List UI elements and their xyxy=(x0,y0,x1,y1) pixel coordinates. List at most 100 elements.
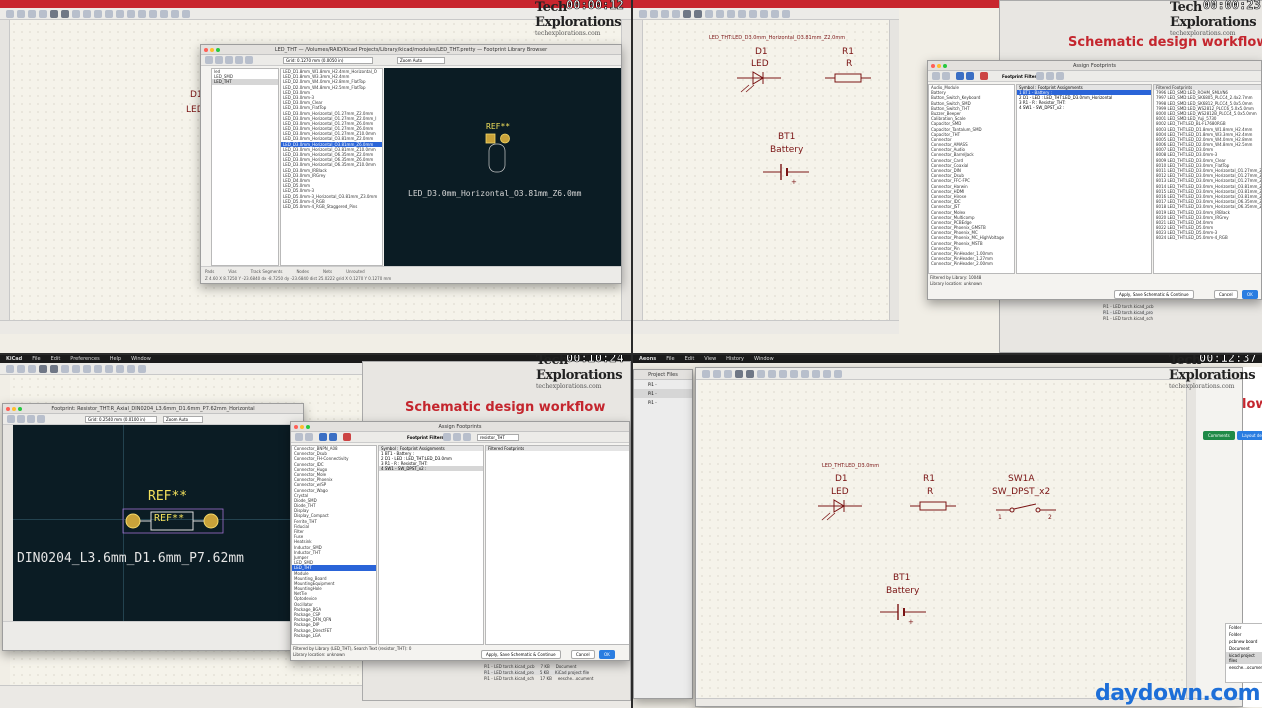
list-item[interactable]: 8013 LED_THT:LED_D3.0mm_Horizontal_O1.27… xyxy=(1154,178,1261,183)
arrow-right-icon[interactable] xyxy=(329,433,337,441)
save-icon[interactable] xyxy=(724,369,732,378)
grid-select[interactable]: Grid: 0.2540 mm (0.0100 in) xyxy=(85,416,157,423)
menu-item[interactable]: Folder xyxy=(1226,624,1262,631)
file-row[interactable]: Pi1 - LED torch.kicad_pro 5 KB KiCad proje… xyxy=(484,670,590,675)
layout-design-button[interactable]: Layout design xyxy=(1237,431,1262,440)
file-row[interactable]: Pi1 - LED torch.kicad_pcb xyxy=(1103,304,1154,309)
zoom-select[interactable]: Zoom Auto xyxy=(397,57,445,64)
new-icon[interactable] xyxy=(6,9,14,18)
annotate-icon[interactable] xyxy=(105,364,113,373)
mirror-icon[interactable] xyxy=(116,9,124,18)
filter-pins-icon[interactable] xyxy=(1046,72,1054,80)
filter-pins-icon[interactable] xyxy=(453,433,461,441)
list-item[interactable]: LED_D5.0mm-3_Horizontal_O3.81mm_Z3.0mm xyxy=(281,194,382,199)
minimize-icon[interactable] xyxy=(210,48,214,52)
menu-help[interactable]: Help xyxy=(110,356,121,362)
assignment-table[interactable]: Symbol : Footprint Assignments 1 BT1 - B… xyxy=(378,445,484,645)
filtered-footprints-list[interactable]: Filtered Footprints xyxy=(485,445,629,645)
zoom-out-icon[interactable] xyxy=(716,9,724,18)
menu-item[interactable]: Folder xyxy=(1226,631,1262,638)
zoom-out-icon[interactable] xyxy=(225,56,233,64)
file-row[interactable]: Pi1 - LED torch.kicad_pcb 7 KB Document xyxy=(484,664,576,669)
pcb-icon[interactable] xyxy=(182,9,190,18)
list-item[interactable]: 8003 LED_THT:LED_D1.8mm_W1.8mm_H2.4mm xyxy=(1154,127,1261,132)
undo-icon[interactable] xyxy=(343,433,351,441)
save-icon[interactable] xyxy=(661,9,669,18)
menu-window[interactable]: Window xyxy=(754,356,774,362)
menu-history[interactable]: History xyxy=(726,356,744,362)
erc-icon[interactable] xyxy=(760,9,768,18)
menu-item[interactable]: Document xyxy=(1226,645,1262,652)
table-row[interactable]: 4 SW1 - SW_DPST_x2 : xyxy=(1017,105,1151,110)
zoom-in-icon[interactable] xyxy=(705,9,713,18)
list-item[interactable]: Connector_PinHeader_2.00mm xyxy=(929,261,1014,266)
list-item[interactable]: LED_THT xyxy=(212,79,278,85)
library-icon[interactable] xyxy=(305,433,313,441)
menu-edit[interactable]: Edit xyxy=(51,356,61,362)
table-row[interactable]: 4 SW1 - SW_DPST_x2 : xyxy=(379,466,483,471)
zoom-fit-icon[interactable] xyxy=(83,364,91,373)
rotate-icon[interactable] xyxy=(105,9,113,18)
open-icon[interactable] xyxy=(17,9,25,18)
zoom-in-icon[interactable] xyxy=(72,9,80,18)
close-icon[interactable] xyxy=(204,48,208,52)
save-icon[interactable] xyxy=(295,433,303,441)
new-icon[interactable] xyxy=(6,364,14,373)
menu-edit[interactable]: Edit xyxy=(685,356,695,362)
3d-view-icon[interactable] xyxy=(245,56,253,64)
minimize-icon[interactable] xyxy=(12,407,16,411)
list-item[interactable]: Connector_Phoenix_MC_HighVoltage xyxy=(929,235,1014,240)
3d-view-icon[interactable] xyxy=(37,415,45,423)
tree-item[interactable]: Pi1 - xyxy=(634,389,692,398)
annotate-icon[interactable] xyxy=(801,369,809,378)
redo-icon[interactable] xyxy=(50,364,58,373)
zoom-fit-icon[interactable] xyxy=(727,9,735,18)
refresh-icon[interactable] xyxy=(205,56,213,64)
arrow-left-icon[interactable] xyxy=(956,72,964,80)
close-icon[interactable] xyxy=(294,425,298,429)
schematic-canvas[interactable] xyxy=(698,380,1186,698)
assign-footprints-icon[interactable] xyxy=(823,369,831,378)
zoom-select[interactable]: Zoom Auto xyxy=(163,416,203,423)
rotate-icon[interactable] xyxy=(738,9,746,18)
undo-icon[interactable] xyxy=(683,9,691,18)
ok-button[interactable]: OK xyxy=(599,650,615,659)
filter-library-icon[interactable] xyxy=(463,433,471,441)
redo-icon[interactable] xyxy=(61,9,69,18)
assign-footprints-icon[interactable] xyxy=(771,9,779,18)
file-row[interactable]: Pi1 - LED torch.kicad_sch 17 KB eesche...o… xyxy=(484,676,594,681)
save-icon[interactable] xyxy=(28,9,36,18)
menu-file[interactable]: File xyxy=(666,356,674,362)
new-icon[interactable] xyxy=(639,9,647,18)
apply-save-continue-button[interactable]: Apply, Save Schematic & Continue xyxy=(481,650,561,659)
menu-app[interactable]: Aeons xyxy=(639,356,656,362)
close-icon[interactable] xyxy=(6,407,10,411)
redo-icon[interactable] xyxy=(746,369,754,378)
menu-file[interactable]: File xyxy=(32,356,40,362)
grid-select[interactable]: Grid: 0.1270 mm (0.0050 in) xyxy=(283,57,373,64)
save-icon[interactable] xyxy=(932,72,940,80)
menu-preferences[interactable]: Preferences xyxy=(70,356,99,362)
list-item[interactable]: LED_D3.0mm_Horizontal_O3.81mm_Z2.0mm xyxy=(281,136,382,141)
undo-icon[interactable] xyxy=(980,72,988,80)
print-icon[interactable] xyxy=(672,9,680,18)
tree-item[interactable]: Pi1 - xyxy=(634,398,692,407)
minimize-icon[interactable] xyxy=(300,425,304,429)
zoom-fit-icon[interactable] xyxy=(27,415,35,423)
assign-footprints-icon[interactable] xyxy=(127,364,135,373)
arrow-left-icon[interactable] xyxy=(319,433,327,441)
list-item[interactable]: 7997 LED_SMD:LED_SK6805_PLCC4_2.4x2.7mm xyxy=(1154,95,1261,100)
pcb-icon[interactable] xyxy=(138,364,146,373)
apply-save-continue-button[interactable]: Apply, Save Schematic & Continue xyxy=(1114,290,1194,299)
filtered-footprints-list[interactable]: Filtered Footprints 7996 LED_SMD:LED_ROH… xyxy=(1153,84,1261,274)
menu-view[interactable]: View xyxy=(704,356,716,362)
erc-icon[interactable] xyxy=(116,364,124,373)
pcb-icon[interactable] xyxy=(782,9,790,18)
new-icon[interactable] xyxy=(702,369,710,378)
maximize-icon[interactable] xyxy=(306,425,310,429)
list-item[interactable]: 8018 LED_THT:LED_D3.0mm_Horizontal_O6.35… xyxy=(1154,204,1261,209)
library-list[interactable]: led LED_SMD LED_THT xyxy=(211,68,279,266)
zoom-in-icon[interactable] xyxy=(757,369,765,378)
menu-item[interactable]: kicad project files xyxy=(1226,652,1262,664)
list-item[interactable]: 8014 LED_THT:LED_D3.0mm_Horizontal_O3.81… xyxy=(1154,184,1261,189)
